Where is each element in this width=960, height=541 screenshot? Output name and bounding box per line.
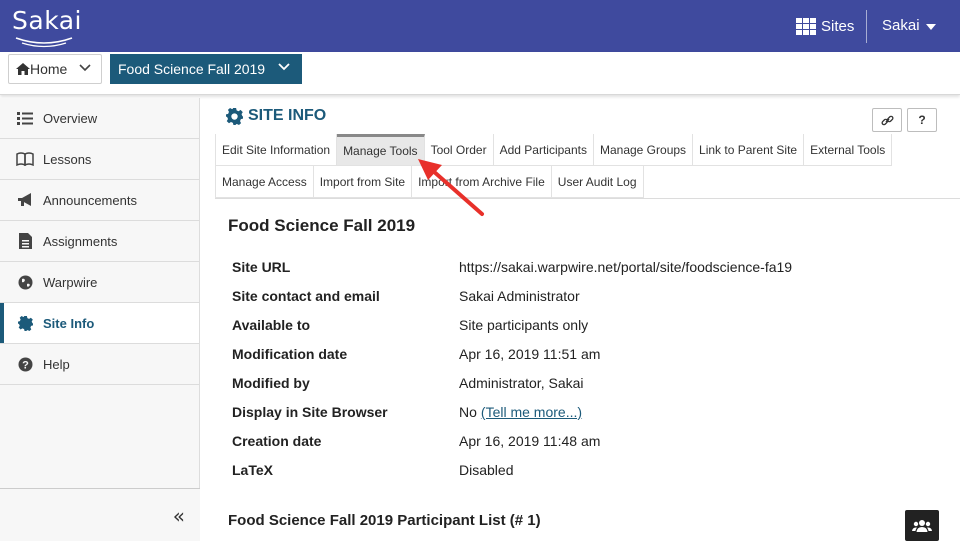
- sidebar-item-label: Site Info: [43, 315, 95, 331]
- caret-down-icon: [925, 23, 936, 30]
- gear-icon: [226, 107, 243, 125]
- gear-icon: [16, 315, 34, 331]
- info-value: Sakai Administrator: [459, 287, 580, 304]
- info-value: Disabled: [459, 461, 514, 478]
- list-icon: [16, 110, 34, 126]
- collapse-sidebar-button[interactable]: «: [173, 504, 185, 528]
- globe-icon: [16, 274, 34, 290]
- logo-text: Sakai: [12, 6, 82, 35]
- info-label: Site URL: [232, 258, 291, 275]
- home-site-button[interactable]: Home: [8, 54, 102, 84]
- sidebar-collapse-bar: «: [0, 488, 200, 541]
- home-icon: [16, 63, 30, 75]
- info-row-available-to: Available to Site participants only: [232, 310, 792, 339]
- tab-manage-tools[interactable]: Manage Tools: [337, 134, 425, 166]
- info-row-site-url: Site URL https://sakai.warpwire.net/port…: [232, 252, 792, 281]
- tab-manage-groups[interactable]: Manage Groups: [593, 134, 694, 166]
- info-label: Creation date: [232, 432, 322, 449]
- sidebar-item-label: Help: [43, 356, 70, 372]
- tabs-divider: [215, 198, 960, 199]
- tab-user-audit-log[interactable]: User Audit Log: [551, 166, 644, 198]
- topbar-divider: [866, 10, 867, 43]
- info-row-modification-date: Modification date Apr 16, 2019 11:51 am: [232, 339, 792, 368]
- link-button[interactable]: [872, 108, 902, 132]
- grid-icon: [796, 17, 816, 35]
- site-info-table: Site URL https://sakai.warpwire.net/port…: [232, 252, 792, 484]
- user-menu-button[interactable]: Sakai: [882, 17, 936, 34]
- info-row-site-contact: Site contact and email Sakai Administrat…: [232, 281, 792, 310]
- sites-button[interactable]: Sites: [796, 14, 854, 38]
- bullhorn-icon: [16, 192, 34, 208]
- info-label: Available to: [232, 316, 311, 333]
- main-content: SITE INFO ? Edit Site Information Manage…: [200, 98, 960, 541]
- sidebar-item-label: Assignments: [43, 233, 118, 249]
- link-icon: [881, 115, 893, 125]
- user-label: Sakai: [882, 17, 920, 34]
- tool-title: SITE INFO: [226, 107, 326, 125]
- document-icon: [16, 233, 34, 249]
- info-row-latex: LaTeX Disabled: [232, 455, 792, 484]
- book-icon: [16, 151, 34, 167]
- sidebar-item-warpwire[interactable]: Warpwire: [0, 262, 199, 303]
- tab-tool-order[interactable]: Tool Order: [424, 134, 494, 166]
- sidebar-item-label: Overview: [43, 110, 98, 126]
- sakai-logo[interactable]: Sakai: [12, 4, 82, 48]
- info-value: Apr 16, 2019 11:48 am: [459, 432, 601, 449]
- sidebar-item-site-info[interactable]: Site Info: [0, 303, 199, 344]
- info-label: LaTeX: [232, 461, 273, 478]
- info-value: Apr 16, 2019 11:51 am: [459, 345, 601, 362]
- sidebar-item-help[interactable]: ? Help: [0, 344, 199, 385]
- tab-link-to-parent-site[interactable]: Link to Parent Site: [693, 134, 805, 166]
- tab-manage-access[interactable]: Manage Access: [215, 166, 314, 198]
- svg-text:?: ?: [22, 359, 29, 371]
- site-heading: Food Science Fall 2019: [228, 216, 416, 235]
- info-label: Display in Site Browser: [232, 403, 388, 420]
- sidebar-item-lessons[interactable]: Lessons: [0, 139, 199, 180]
- tool-menu-sidebar: Overview Lessons Announcements Assignmen…: [0, 98, 200, 541]
- home-label: Home: [30, 61, 68, 77]
- tell-me-more-link[interactable]: (Tell me more...): [481, 404, 582, 420]
- sidebar-item-label: Announcements: [43, 192, 137, 208]
- tool-tabs-row-1: Edit Site Information Manage Tools Tool …: [215, 134, 893, 166]
- participant-list-heading: Food Science Fall 2019 Participant List …: [228, 512, 541, 529]
- tab-external-tools[interactable]: External Tools: [804, 134, 893, 166]
- question-icon: ?: [16, 356, 34, 372]
- info-value: Site participants only: [459, 316, 589, 333]
- info-label: Modification date: [232, 345, 348, 362]
- sidebar-item-label: Lessons: [43, 151, 92, 167]
- info-label: Modified by: [232, 374, 310, 391]
- help-button[interactable]: ?: [907, 108, 937, 132]
- logo-wave-icon: [15, 37, 73, 48]
- info-value: https://sakai.warpwire.net/portal/site/f…: [459, 258, 793, 275]
- sidebar-item-overview[interactable]: Overview: [0, 98, 199, 139]
- current-site-button[interactable]: Food Science Fall 2019: [110, 54, 302, 84]
- site-navigation-bar: Home Food Science Fall 2019: [0, 52, 960, 95]
- sidebar-item-assignments[interactable]: Assignments: [0, 221, 199, 262]
- info-row-creation-date: Creation date Apr 16, 2019 11:48 am: [232, 426, 792, 455]
- info-row-modified-by: Modified by Administrator, Sakai: [232, 368, 792, 397]
- chevron-down-icon: [278, 63, 290, 71]
- roster-button[interactable]: [905, 510, 939, 541]
- chevron-down-icon: [79, 64, 91, 72]
- sidebar-item-label: Warpwire: [43, 274, 98, 290]
- info-label: Site contact and email: [232, 287, 380, 304]
- tab-import-from-site[interactable]: Import from Site: [313, 166, 413, 198]
- info-value: Administrator, Sakai: [459, 374, 584, 391]
- tab-import-from-archive-file[interactable]: Import from Archive File: [412, 166, 552, 198]
- tab-edit-site-information[interactable]: Edit Site Information: [215, 134, 338, 166]
- top-header-bar: Sakai Sites Sakai: [0, 0, 960, 52]
- current-site-label: Food Science Fall 2019: [118, 61, 266, 77]
- tool-tabs-row-2: Manage Access Import from Site Import fr…: [215, 166, 644, 198]
- sites-label: Sites: [821, 17, 855, 35]
- sidebar-item-announcements[interactable]: Announcements: [0, 180, 199, 221]
- tool-title-text: SITE INFO: [248, 107, 327, 124]
- info-value: No: [459, 403, 477, 420]
- users-icon: [912, 519, 932, 532]
- info-row-display-in-browser: Display in Site Browser No (Tell me more…: [232, 397, 792, 426]
- tab-add-participants[interactable]: Add Participants: [493, 134, 594, 166]
